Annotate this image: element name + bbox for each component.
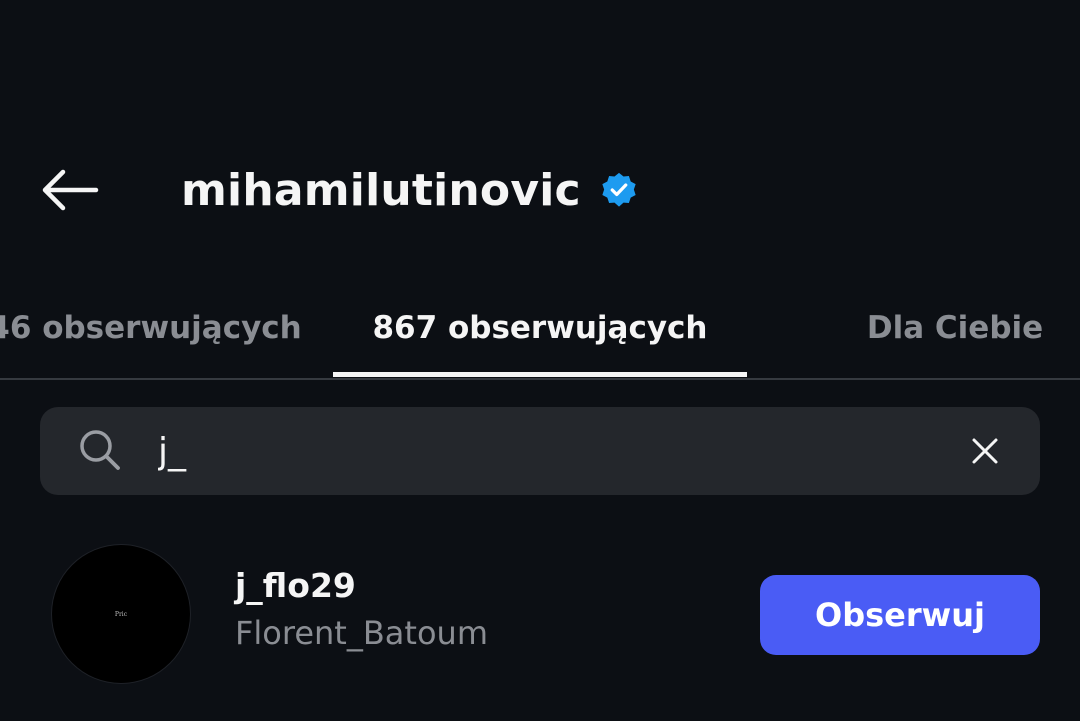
tab-following-label: 46 obserwujących [0,310,302,346]
tab-bar: 46 obserwujących 867 obserwujących Dla C… [0,280,1080,380]
tab-for-you[interactable]: Dla Ciebie [850,280,1060,376]
profile-name: mihamilutinovic [181,164,581,216]
list-item: Pric j_flo29 Florent_Batoum Obserwuj [0,540,1080,690]
active-tab-indicator [333,372,747,377]
tab-following[interactable]: 46 obserwujących [0,280,320,376]
follow-button-label: Obserwuj [815,596,985,634]
header: mihamilutinovic [0,140,1080,240]
tab-followers[interactable]: 867 obserwujących [333,280,747,376]
avatar-text: Pric [114,610,128,618]
verified-badge-icon [601,172,637,208]
close-icon [972,438,998,464]
follow-button[interactable]: Obserwuj [760,575,1040,655]
search-input[interactable] [158,416,938,486]
search-icon [80,430,120,470]
profile-title: mihamilutinovic [181,162,637,218]
tab-followers-label: 867 obserwujących [372,310,708,346]
clear-search-button[interactable] [962,428,1008,474]
full-name: Florent_Batoum [235,614,488,652]
username[interactable]: j_flo29 [235,566,356,605]
tab-for-you-label: Dla Ciebie [866,310,1044,346]
back-button[interactable] [36,162,102,218]
arrow-left-icon [42,169,99,211]
avatar[interactable]: Pric [52,545,190,683]
